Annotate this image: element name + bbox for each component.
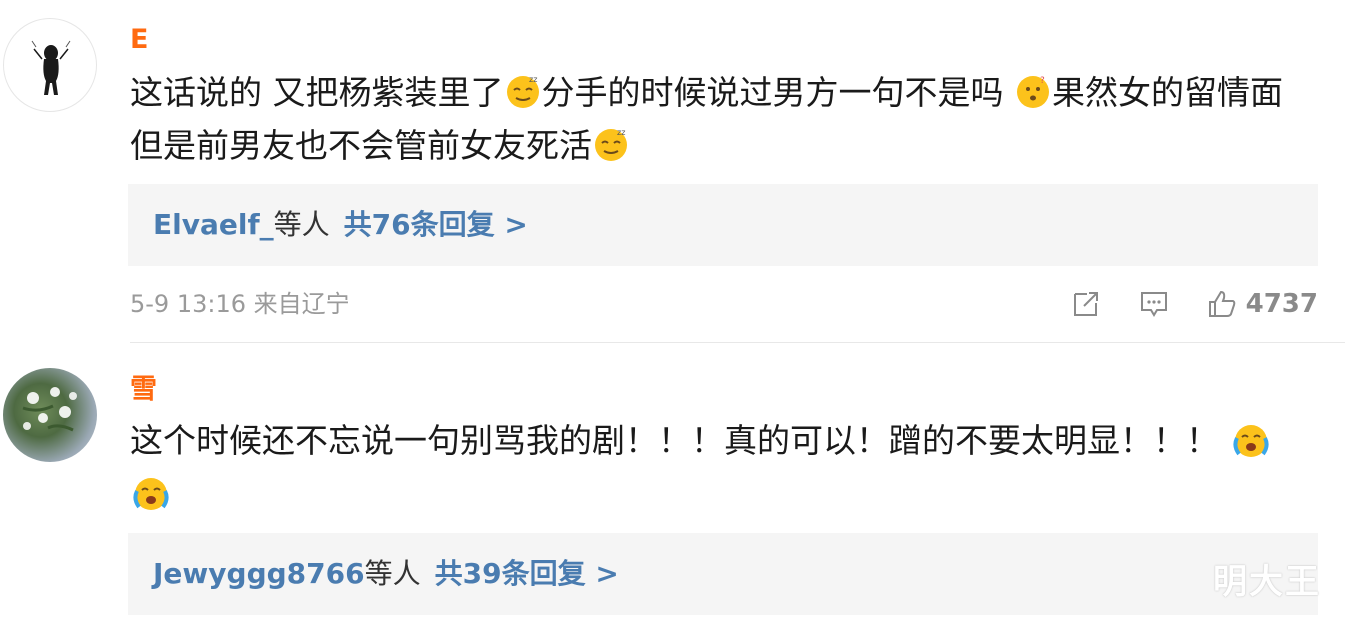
- comment-meta: 5-9 13:16 来自辽宁 4737: [130, 284, 1318, 324]
- svg-text:zz: zz: [529, 75, 537, 84]
- comment-text-part: 这个时候还不忘说一句别骂我的剧！！！真的可以！蹭的不要太明显！！！: [130, 421, 1230, 460]
- crying-face-emoji: [133, 478, 169, 510]
- avatar-flowers-icon: [22, 387, 77, 432]
- svg-text:?: ?: [1040, 76, 1045, 86]
- divider: [130, 342, 1345, 343]
- comment-text-part: 分手的时候说过男方一句不是吗: [541, 73, 1014, 112]
- dizzy-face-emoji: zz: [595, 128, 627, 161]
- reply-suffix: 等人: [364, 557, 421, 590]
- watermark: 明大王: [1213, 562, 1321, 602]
- svg-text:zz: zz: [617, 128, 625, 137]
- reply-user-link[interactable]: Elvaelf_: [153, 208, 274, 241]
- reply-count-link[interactable]: 共76条回复 >: [344, 208, 528, 241]
- reply-user-link[interactable]: Jewyggg8766: [153, 557, 365, 590]
- avatar[interactable]: [3, 368, 97, 462]
- like-icon[interactable]: [1206, 288, 1238, 320]
- share-icon[interactable]: [1070, 288, 1102, 320]
- replies-summary[interactable]: Jewyggg8766等人 共39条回复 >: [128, 533, 1318, 615]
- comment-text: 这话说的 又把杨紫装里了 zz 分手的时候说过男方一句不是吗 ? 果然女的留情面 但是…: [130, 66, 1300, 172]
- username[interactable]: 雪: [130, 375, 157, 405]
- reply-suffix: 等人: [273, 208, 330, 241]
- avatar[interactable]: [3, 18, 97, 112]
- dizzy-face-emoji: zz: [506, 75, 539, 108]
- crying-face-emoji: [1232, 425, 1269, 457]
- reply-count-link[interactable]: 共39条回复 >: [435, 557, 619, 590]
- confused-face-emoji: ?: [1017, 76, 1049, 108]
- comment-text: 这个时候还不忘说一句别骂我的剧！！！真的可以！蹭的不要太明显！！！: [130, 414, 1300, 520]
- timestamp: 5-9 13:16 来自辽宁: [130, 290, 350, 318]
- comment-text-part: 这话说的 又把杨紫装里了: [130, 73, 504, 112]
- avatar-figure-icon: [31, 40, 71, 95]
- replies-summary[interactable]: Elvaelf_等人 共76条回复 >: [128, 184, 1318, 266]
- username[interactable]: E: [130, 25, 148, 55]
- comment-icon[interactable]: [1138, 288, 1170, 320]
- like-count: 4737: [1245, 289, 1318, 319]
